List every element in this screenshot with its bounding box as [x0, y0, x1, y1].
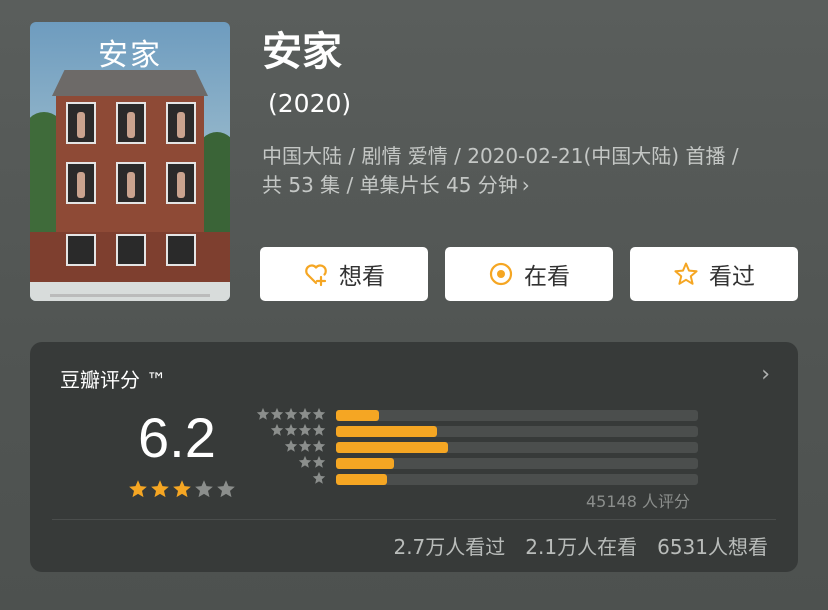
poster-window: [66, 234, 96, 266]
rating-row-3-star: [256, 439, 698, 454]
release-year: (2020): [268, 89, 352, 118]
star-empty-icon: [194, 479, 214, 503]
meta-line-1: 中国大陆 / 剧情 爱情 / 2020-02-21(中国大陆) 首播 /: [262, 144, 739, 168]
rating-bar-track: [336, 458, 698, 469]
rating-bar-fill: [336, 458, 394, 469]
rating-row-5-star: [256, 407, 698, 422]
rating-bar-track: [336, 442, 698, 453]
star-filled-icon: [150, 479, 170, 503]
small-star-icon: [312, 470, 326, 489]
target-icon: [488, 261, 514, 287]
poster-window: [166, 102, 196, 144]
rating-row-1-star: [256, 470, 698, 489]
rating-bar-fill: [336, 426, 438, 437]
poster-window: [116, 234, 146, 266]
rating-bar-track: [336, 474, 698, 485]
poster-credits: [50, 294, 210, 297]
poster-ground: [30, 282, 230, 301]
chevron-right-icon[interactable]: ›: [761, 362, 770, 387]
poster-window: [66, 162, 96, 204]
want-count: 6531人想看: [657, 535, 768, 559]
rating-bar-fill: [336, 442, 449, 453]
rating-row-stars: [256, 470, 326, 489]
poster-window: [116, 102, 146, 144]
rating-bar-fill: [336, 410, 380, 421]
rating-score: 6.2: [138, 406, 216, 469]
chevron-right-icon: ›: [521, 173, 530, 197]
watching-count: 2.1万人在看: [525, 535, 638, 559]
watching-button-label: 在看: [524, 264, 570, 290]
poster-image[interactable]: 安家: [30, 22, 230, 301]
want-button[interactable]: 想看: [260, 247, 428, 301]
rating-card[interactable]: 豆瓣评分 ™ › 6.2 45148 人评分 2.7万人看过 2.1万人在看 6…: [30, 342, 798, 572]
want-button-label: 想看: [339, 264, 385, 290]
heart-plus-icon: [303, 261, 329, 287]
rating-row-4-star: [256, 423, 698, 438]
star-empty-icon: [216, 479, 236, 503]
poster-title: 安家: [98, 38, 162, 73]
rating-label: 豆瓣评分 ™: [60, 368, 167, 392]
rating-count: 45148 人评分: [586, 492, 690, 511]
watched-button-label: 看过: [709, 264, 755, 290]
poster-window: [116, 162, 146, 204]
star-filled-icon: [128, 479, 148, 503]
page-title: 安家: [262, 29, 342, 75]
rating-row-2-star: [256, 455, 698, 470]
meta-line-2: 共 53 集 / 单集片长 45 分钟: [262, 173, 518, 197]
star-filled-icon: [172, 479, 192, 503]
divider: [52, 519, 776, 520]
meta-info[interactable]: 中国大陆 / 剧情 爱情 / 2020-02-21(中国大陆) 首播 / 共 5…: [262, 142, 802, 200]
rating-stars: [128, 479, 236, 503]
poster-window: [66, 102, 96, 144]
star-outline-icon: [673, 261, 699, 287]
watched-button[interactable]: 看过: [630, 247, 798, 301]
poster-window: [166, 234, 196, 266]
watch-stats: 2.7万人看过 2.1万人在看 6531人想看: [393, 531, 768, 560]
poster-window: [166, 162, 196, 204]
watching-button[interactable]: 在看: [445, 247, 613, 301]
rating-bar-track: [336, 426, 698, 437]
rating-bar-track: [336, 410, 698, 421]
watched-count: 2.7万人看过: [393, 535, 506, 559]
rating-bar-fill: [336, 474, 387, 485]
